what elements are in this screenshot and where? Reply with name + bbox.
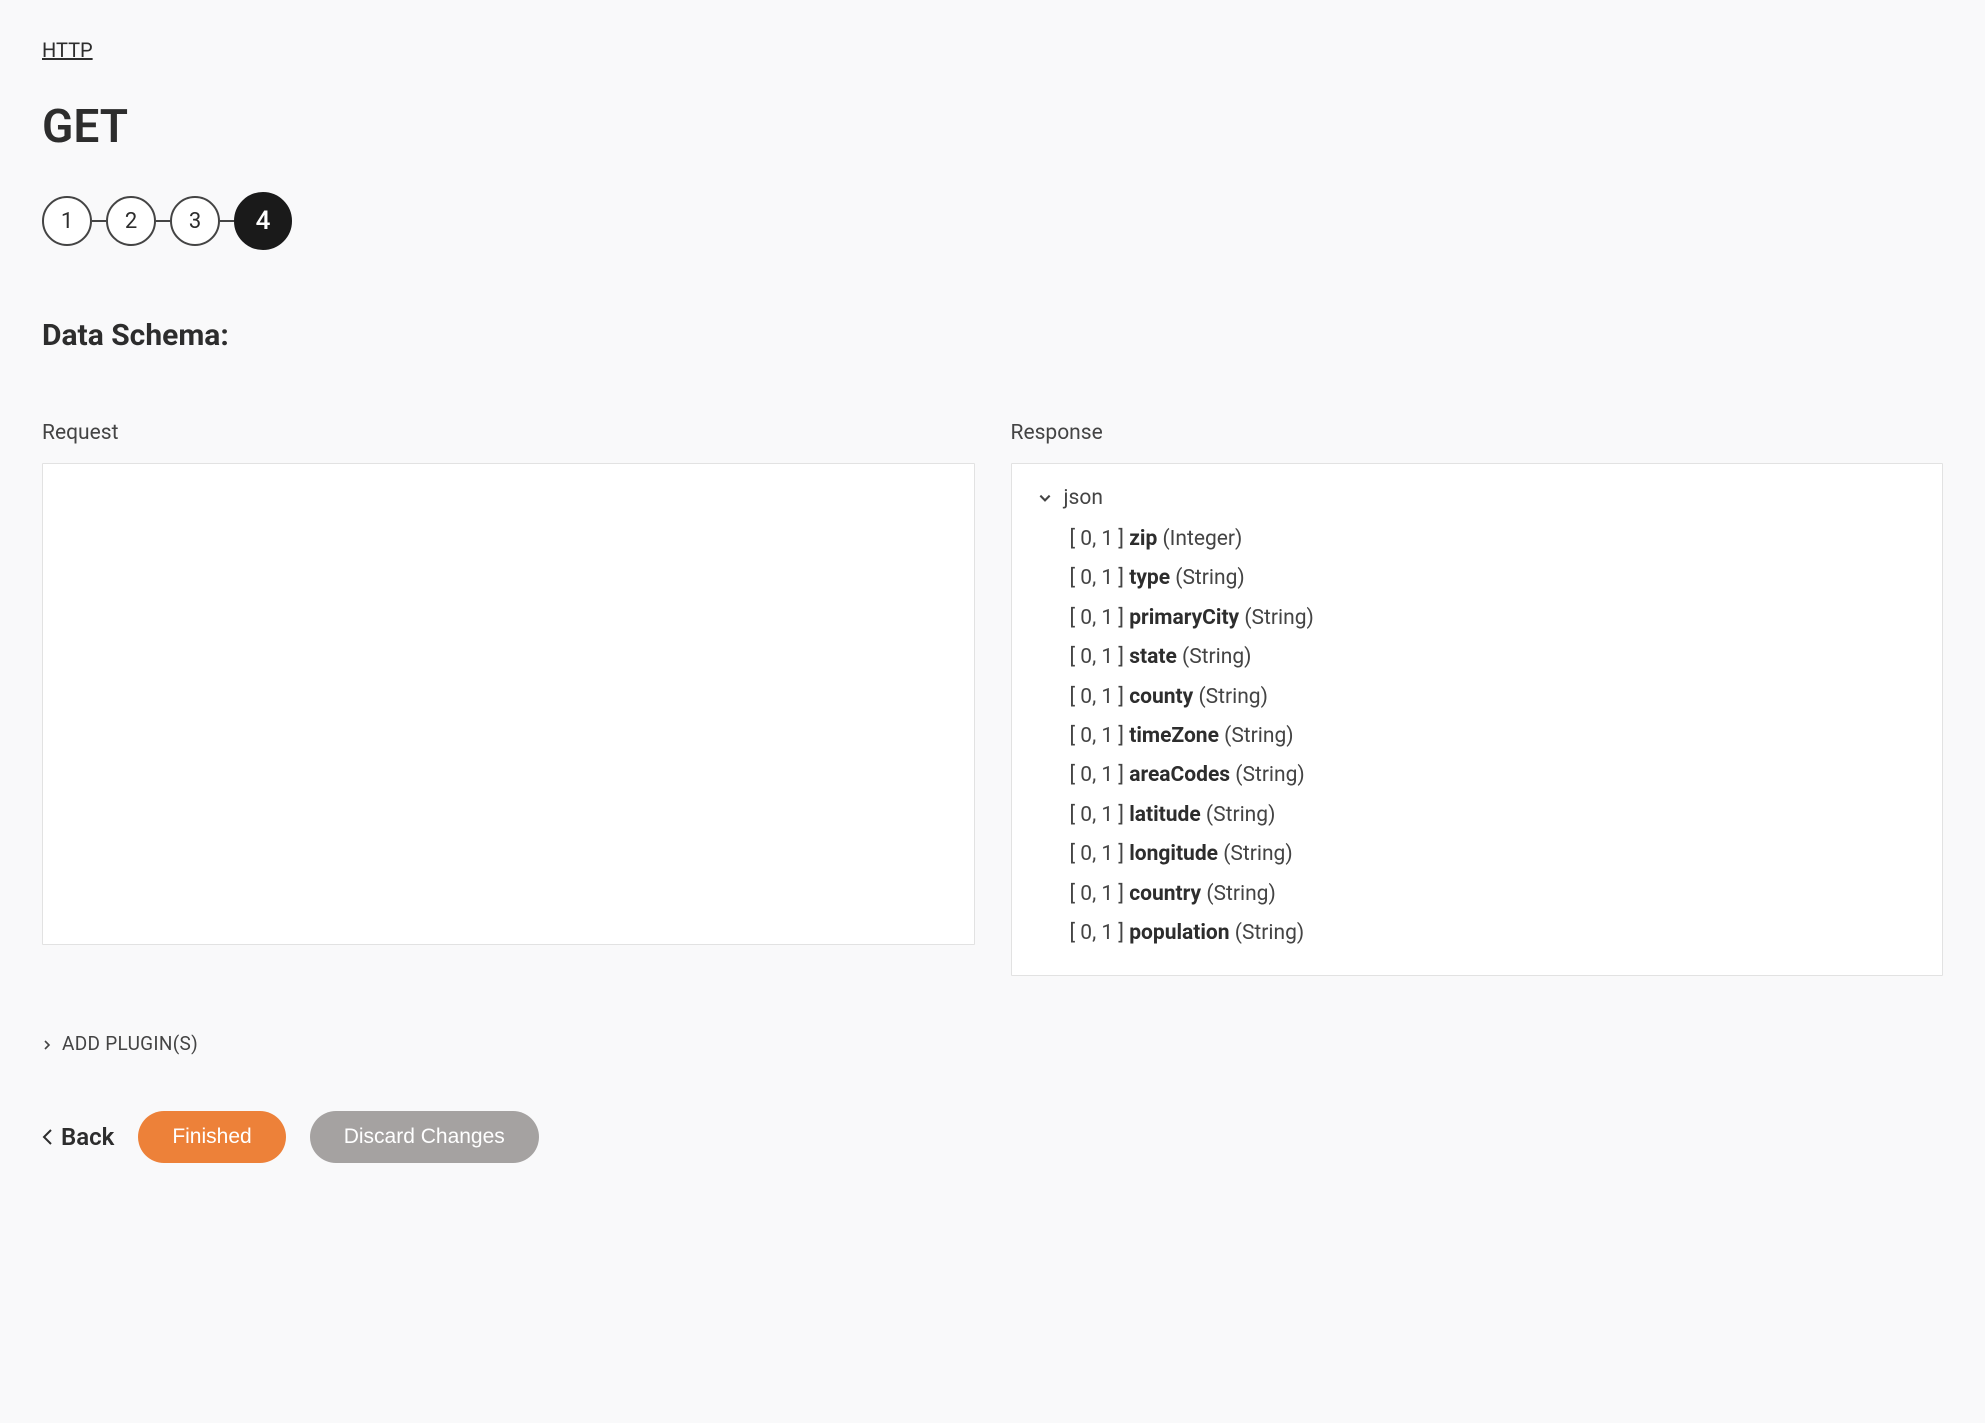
field-type: (String) — [1201, 803, 1276, 827]
tree-root[interactable]: json — [1038, 486, 1917, 510]
field-type: (String) — [1193, 685, 1268, 709]
request-body[interactable] — [42, 463, 975, 945]
field-type: (String) — [1230, 763, 1305, 787]
response-panel: Response json [ 0, 1 ] zip (Integer)[ 0,… — [1011, 421, 1944, 976]
step-connector — [220, 220, 234, 222]
request-label: Request — [42, 421, 975, 445]
field-prefix: [ 0, 1 ] — [1070, 803, 1130, 827]
field-type: (String) — [1177, 645, 1252, 669]
field-prefix: [ 0, 1 ] — [1070, 763, 1130, 787]
field-prefix: [ 0, 1 ] — [1070, 566, 1130, 590]
request-panel: Request — [42, 421, 975, 976]
field-name: timeZone — [1129, 724, 1219, 748]
field-prefix: [ 0, 1 ] — [1070, 921, 1130, 945]
field-name: primaryCity — [1129, 606, 1239, 630]
field-type: (String) — [1230, 921, 1305, 945]
field-type: (String) — [1218, 842, 1293, 866]
field-name: county — [1129, 685, 1193, 709]
field-row[interactable]: [ 0, 1 ] country (String) — [1070, 875, 1917, 914]
field-name: latitude — [1129, 803, 1201, 827]
field-type: (Integer) — [1157, 527, 1242, 551]
breadcrumb-http[interactable]: HTTP — [42, 38, 93, 62]
page-title: GET — [42, 100, 1943, 154]
wizard-stepper: 1 2 3 4 — [42, 192, 1943, 250]
field-name: population — [1129, 921, 1229, 945]
chevron-down-icon[interactable] — [1038, 491, 1052, 505]
chevron-left-icon — [42, 1128, 53, 1146]
field-type: (String) — [1239, 606, 1314, 630]
field-row[interactable]: [ 0, 1 ] latitude (String) — [1070, 796, 1917, 835]
field-row[interactable]: [ 0, 1 ] county (String) — [1070, 678, 1917, 717]
chevron-right-icon — [42, 1032, 52, 1055]
step-3[interactable]: 3 — [170, 196, 220, 246]
field-name: longitude — [1129, 842, 1218, 866]
tree-root-label: json — [1064, 486, 1103, 510]
field-prefix: [ 0, 1 ] — [1070, 685, 1130, 709]
field-prefix: [ 0, 1 ] — [1070, 724, 1130, 748]
field-prefix: [ 0, 1 ] — [1070, 606, 1130, 630]
field-prefix: [ 0, 1 ] — [1070, 645, 1130, 669]
field-prefix: [ 0, 1 ] — [1070, 842, 1130, 866]
step-connector — [92, 220, 106, 222]
field-row[interactable]: [ 0, 1 ] type (String) — [1070, 559, 1917, 598]
tree-children: [ 0, 1 ] zip (Integer)[ 0, 1 ] type (Str… — [1070, 520, 1917, 953]
back-button[interactable]: Back — [42, 1123, 114, 1151]
field-prefix: [ 0, 1 ] — [1070, 527, 1130, 551]
field-prefix: [ 0, 1 ] — [1070, 882, 1130, 906]
step-4[interactable]: 4 — [234, 192, 292, 250]
discard-changes-button[interactable]: Discard Changes — [310, 1111, 539, 1163]
field-row[interactable]: [ 0, 1 ] primaryCity (String) — [1070, 599, 1917, 638]
field-row[interactable]: [ 0, 1 ] longitude (String) — [1070, 835, 1917, 874]
field-name: state — [1129, 645, 1177, 669]
step-2[interactable]: 2 — [106, 196, 156, 246]
field-name: zip — [1129, 527, 1157, 551]
field-row[interactable]: [ 0, 1 ] state (String) — [1070, 638, 1917, 677]
field-name: country — [1129, 882, 1201, 906]
field-row[interactable]: [ 0, 1 ] population (String) — [1070, 914, 1917, 953]
section-title: Data Schema: — [42, 318, 1943, 353]
field-type: (String) — [1219, 724, 1294, 748]
field-type: (String) — [1201, 882, 1276, 906]
step-connector — [156, 220, 170, 222]
add-plugins-toggle[interactable]: ADD PLUGIN(S) — [42, 1032, 1943, 1055]
back-label: Back — [61, 1123, 114, 1151]
response-body: json [ 0, 1 ] zip (Integer)[ 0, 1 ] type… — [1011, 463, 1944, 976]
step-1[interactable]: 1 — [42, 196, 92, 246]
footer-actions: Back Finished Discard Changes — [42, 1111, 1943, 1163]
field-row[interactable]: [ 0, 1 ] areaCodes (String) — [1070, 756, 1917, 795]
field-name: type — [1129, 566, 1170, 590]
field-name: areaCodes — [1129, 763, 1230, 787]
field-type: (String) — [1170, 566, 1245, 590]
field-row[interactable]: [ 0, 1 ] zip (Integer) — [1070, 520, 1917, 559]
add-plugins-label: ADD PLUGIN(S) — [62, 1032, 198, 1055]
field-row[interactable]: [ 0, 1 ] timeZone (String) — [1070, 717, 1917, 756]
response-label: Response — [1011, 421, 1944, 445]
finished-button[interactable]: Finished — [138, 1111, 285, 1163]
